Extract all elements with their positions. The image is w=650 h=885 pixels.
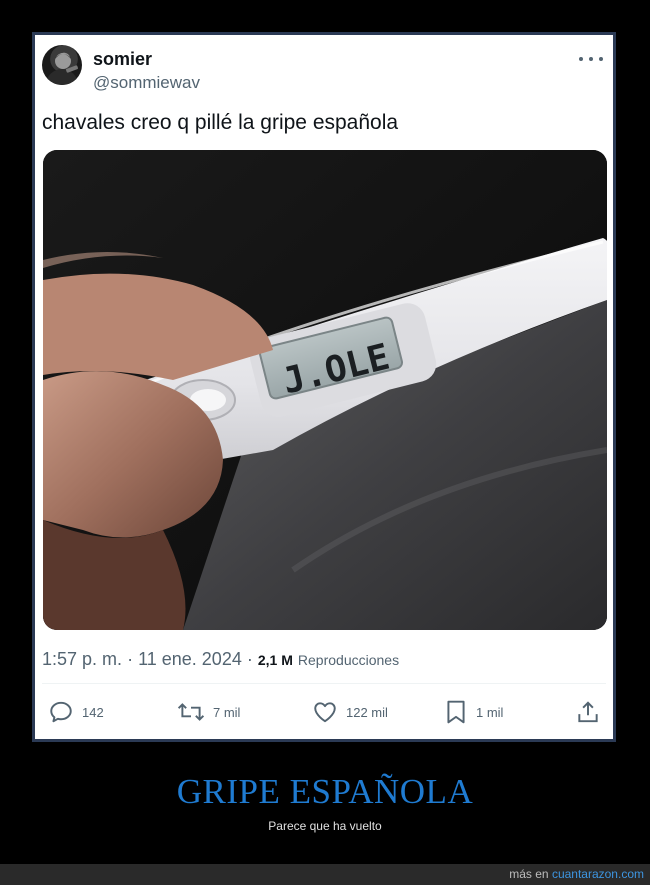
like-count: 122 mil: [346, 704, 388, 720]
reply-icon: [50, 701, 72, 723]
bookmark-button[interactable]: 1 mil: [444, 697, 503, 727]
caption-subtitle: Parece que ha vuelto: [268, 819, 382, 833]
bookmark-count: 1 mil: [476, 704, 504, 720]
meta-separator: ·: [127, 649, 134, 669]
retweet-count: 7 mil: [213, 704, 241, 720]
reply-count: 142: [82, 704, 104, 720]
footer-bar: más en cuantarazon.com: [0, 864, 650, 885]
caption-title: GRIPE ESPAÑOLA: [176, 772, 474, 811]
bookmark-icon: [447, 700, 465, 724]
tweet-meta: 1:57 p. m. · 11 ene. 2024 · 2,1 M Reprod…: [42, 649, 399, 670]
share-button[interactable]: [575, 697, 601, 727]
like-button[interactable]: 122 mil: [312, 697, 388, 727]
tweet-photo[interactable]: J.OLE: [43, 150, 607, 630]
footer-text: más en cuantarazon.com: [509, 867, 644, 881]
retweet-button[interactable]: 7 mil: [177, 697, 240, 727]
share-icon: [578, 701, 598, 723]
views-label: Reproducciones: [297, 652, 400, 668]
action-bar: 142 7 mil 122 mil 1 mil: [35, 693, 613, 733]
footer-site-link[interactable]: cuantarazon.com: [552, 867, 644, 881]
author-name[interactable]: somier: [93, 49, 152, 70]
meta-separator: ·: [246, 649, 253, 669]
like-icon: [314, 702, 336, 723]
avatar[interactable]: [42, 45, 82, 85]
reply-button[interactable]: 142: [48, 697, 104, 727]
divider: [42, 683, 606, 684]
tweet-text: chavales creo q pillé la gripe española: [42, 111, 399, 134]
footer-prefix: más en: [509, 867, 549, 881]
author-handle[interactable]: @sommiewav: [93, 73, 200, 93]
tweet-card: somier @sommiewav chavales creo q pillé …: [35, 35, 613, 739]
tweet-date[interactable]: 11 ene. 2024: [138, 649, 242, 669]
more-icon[interactable]: [579, 51, 603, 67]
tweet-time[interactable]: 1:57 p. m.: [42, 649, 122, 669]
views-count: 2,1 M: [257, 652, 293, 668]
retweet-icon: [177, 703, 205, 721]
